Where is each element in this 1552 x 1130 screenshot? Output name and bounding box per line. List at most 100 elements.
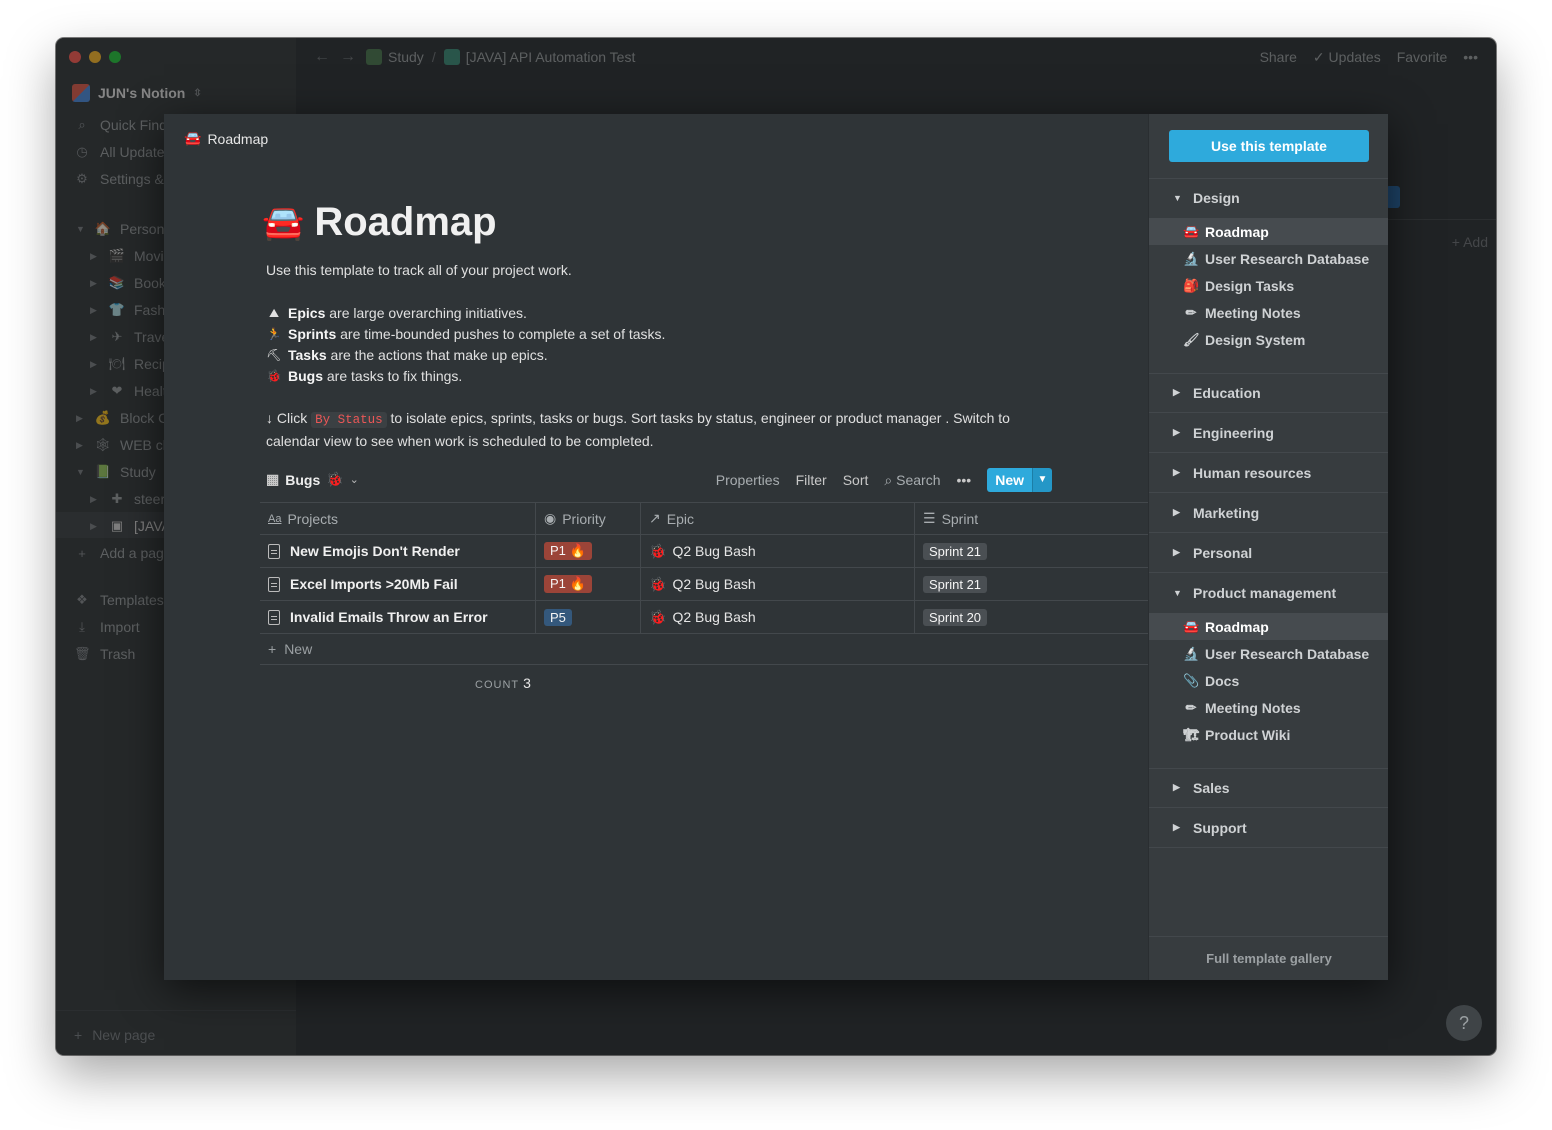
table-row[interactable]: Invalid Emails Throw an Error P5 🐞 Q2 Bug… xyxy=(260,601,1148,634)
instructions-note: ↓ Click By Status to isolate epics, spri… xyxy=(266,408,1026,452)
pick-icon: ⛏ xyxy=(266,348,282,362)
bug-icon: 🐞 xyxy=(326,471,344,487)
column-header-epic[interactable]: ↗ Epic xyxy=(641,503,915,534)
template-item-roadmap[interactable]: 🚘 Roadmap xyxy=(1149,613,1388,640)
legend-term: Epics xyxy=(288,305,326,321)
legend-term: Tasks xyxy=(288,347,327,363)
microscope-icon: 🔬 xyxy=(1183,250,1200,266)
category-engineering[interactable]: ▶ Engineering xyxy=(1149,413,1388,453)
template-item-user-research[interactable]: 🔬 User Research Database xyxy=(1149,640,1388,667)
sprint-cell[interactable]: Sprint 21 xyxy=(915,535,1148,567)
category-sales[interactable]: ▶ Sales xyxy=(1149,768,1388,808)
template-item-design-system[interactable]: 🖌 Design System xyxy=(1149,326,1388,353)
note-lead: ↓ Click xyxy=(266,410,308,426)
toggle-right-icon: ▶ xyxy=(1173,467,1180,477)
pencil-icon: ✏ xyxy=(1185,699,1197,715)
full-template-gallery-link[interactable]: Full template gallery xyxy=(1149,936,1388,980)
sprint-cell[interactable]: Sprint 21 xyxy=(915,568,1148,600)
bug-icon: 🐞 xyxy=(649,542,667,559)
select-property-icon: ◉ xyxy=(544,510,557,526)
category-product-management[interactable]: ▼ Product management xyxy=(1149,573,1388,613)
new-label[interactable]: New xyxy=(987,468,1032,492)
template-item-design-tasks[interactable]: 🎒 Design Tasks xyxy=(1149,272,1388,299)
database-view-selector[interactable]: ▦ Bugs 🐞 ⌄ xyxy=(266,471,359,488)
legend-text: are tasks to fix things. xyxy=(323,368,463,384)
table-header: Aa Projects ◉ Priority ↗ Epic ☰ Sprint xyxy=(260,502,1148,535)
priority-tag: P1 🔥 xyxy=(544,542,592,560)
backpack-icon: 🎒 xyxy=(1183,277,1200,293)
category-design[interactable]: ▼ Design xyxy=(1149,178,1388,218)
legend-item: 🏃 Sprints are time-bounded pushes to comp… xyxy=(266,324,666,345)
table-icon: ▦ xyxy=(266,471,280,487)
row-count[interactable]: COUNT 3 xyxy=(475,675,531,691)
filter-button[interactable]: Filter xyxy=(796,472,827,488)
epic-cell[interactable]: 🐞 Q2 Bug Bash xyxy=(641,568,915,600)
category-human-resources[interactable]: ▶ Human resources xyxy=(1149,453,1388,493)
category-marketing[interactable]: ▶ Marketing xyxy=(1149,493,1388,533)
column-header-projects[interactable]: Aa Projects xyxy=(260,503,536,534)
sort-button[interactable]: Sort xyxy=(843,472,869,488)
category-label: Engineering xyxy=(1193,424,1274,441)
legend-term: Bugs xyxy=(288,368,323,384)
template-label: Roadmap xyxy=(1205,618,1269,635)
template-item-user-research[interactable]: 🔬 User Research Database xyxy=(1149,245,1388,272)
preview-header-label: Roadmap xyxy=(207,130,269,147)
chevron-down-icon[interactable]: ▼ xyxy=(1032,468,1052,492)
legend-text: are large overarching initiatives. xyxy=(325,305,527,321)
sprint-cell[interactable]: Sprint 20 xyxy=(915,601,1148,633)
legend-list: ⛰ Epics are large overarching initiatives… xyxy=(266,303,665,387)
search-button[interactable]: ⌕ Search xyxy=(884,472,940,489)
construction-icon: 🏗 xyxy=(1183,726,1200,742)
priority-tag: P1 🔥 xyxy=(544,575,592,593)
legend-item: ⛰ Epics are large overarching initiatives… xyxy=(266,303,665,324)
new-record-button[interactable]: New ▼ xyxy=(987,468,1052,492)
priority-cell[interactable]: P5 xyxy=(536,601,641,633)
category-support[interactable]: ▶ Support xyxy=(1149,808,1388,848)
count-value: 3 xyxy=(523,675,531,691)
page-description: Use this template to track all of your p… xyxy=(266,262,572,278)
template-label: Docs xyxy=(1205,672,1240,689)
epic-link[interactable]: Q2 Bug Bash xyxy=(672,543,755,559)
template-item-docs[interactable]: 📎 Docs xyxy=(1149,667,1388,694)
legend-item: ⛏ Tasks are the actions that make up epic… xyxy=(266,345,665,366)
text-property-icon: Aa xyxy=(268,512,282,525)
search-icon: ⌕ xyxy=(884,471,897,488)
column-label: Projects xyxy=(287,510,339,527)
template-label: Meeting Notes xyxy=(1205,304,1301,321)
pencil-icon: ✏ xyxy=(1185,304,1197,320)
epic-link[interactable]: Q2 Bug Bash xyxy=(672,576,755,592)
project-title: New Emojis Don't Render xyxy=(290,543,460,559)
table-row[interactable]: New Emojis Don't Render P1 🔥 🐞 Q2 Bug Bas… xyxy=(260,535,1148,568)
table-row[interactable]: Excel Imports >20Mb Fail P1 🔥 🐞 Q2 Bug Ba… xyxy=(260,568,1148,601)
page-title: 🚘 Roadmap xyxy=(262,200,497,245)
category-personal[interactable]: ▶ Personal xyxy=(1149,533,1388,573)
template-item-roadmap[interactable]: 🚘 Roadmap xyxy=(1149,218,1388,245)
chevron-down-icon: ⌄ xyxy=(349,474,359,486)
toggle-right-icon: ▶ xyxy=(1173,507,1180,517)
project-cell[interactable]: New Emojis Don't Render xyxy=(260,535,536,567)
column-label: Priority xyxy=(562,510,606,527)
project-cell[interactable]: Invalid Emails Throw an Error xyxy=(260,601,536,633)
priority-cell[interactable]: P1 🔥 xyxy=(536,568,641,600)
add-row-button[interactable]: + New xyxy=(260,634,1148,665)
properties-button[interactable]: Properties xyxy=(716,472,780,488)
toggle-right-icon: ▶ xyxy=(1173,822,1180,832)
use-template-button[interactable]: Use this template xyxy=(1169,130,1369,162)
epic-cell[interactable]: 🐞 Q2 Bug Bash xyxy=(641,601,915,633)
template-item-meeting-notes[interactable]: ✏ Meeting Notes xyxy=(1149,299,1388,326)
template-gallery-modal: 🚘 Roadmap 🚘 Roadmap Use this template to t… xyxy=(164,114,1388,980)
category-education[interactable]: ▶ Education xyxy=(1149,373,1388,413)
template-item-meeting-notes[interactable]: ✏ Meeting Notes xyxy=(1149,694,1388,721)
template-item-product-wiki[interactable]: 🏗 Product Wiki xyxy=(1149,721,1388,748)
epic-link[interactable]: Q2 Bug Bash xyxy=(672,609,755,625)
epic-cell[interactable]: 🐞 Q2 Bug Bash xyxy=(641,535,915,567)
project-cell[interactable]: Excel Imports >20Mb Fail xyxy=(260,568,536,600)
column-header-sprint[interactable]: ☰ Sprint xyxy=(915,503,1148,534)
page-title-text: Roadmap xyxy=(314,200,497,244)
priority-cell[interactable]: P1 🔥 xyxy=(536,535,641,567)
column-header-priority[interactable]: ◉ Priority xyxy=(536,503,641,534)
more-options-button[interactable]: ••• xyxy=(956,472,971,488)
project-title: Invalid Emails Throw an Error xyxy=(290,609,488,625)
category-label: Product management xyxy=(1193,585,1337,601)
help-button[interactable]: ? xyxy=(1446,1005,1482,1041)
